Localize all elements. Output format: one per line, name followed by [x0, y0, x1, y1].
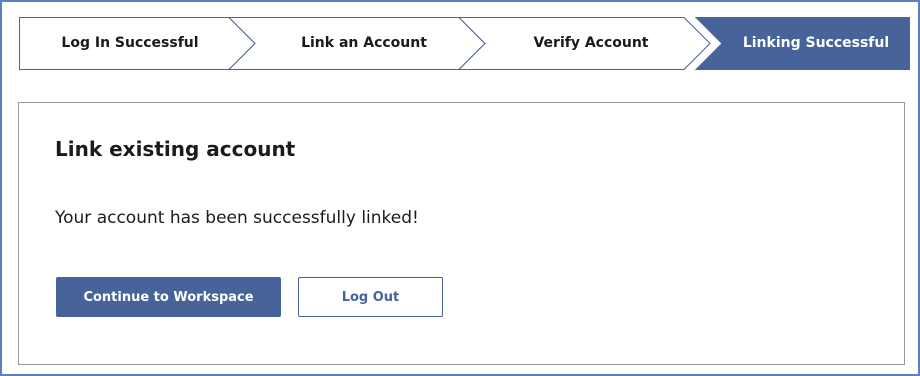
window-frame: Log In Successful Link an Account Verify…	[0, 0, 920, 376]
step-linking-successful: Linking Successful	[742, 35, 890, 51]
log-out-button[interactable]: Log Out	[298, 277, 443, 317]
continue-to-workspace-button[interactable]: Continue to Workspace	[56, 277, 281, 317]
card-title: Link existing account	[55, 137, 296, 161]
step-log-in-successful: Log In Successful	[61, 35, 199, 51]
step-link-an-account: Link an Account	[301, 35, 427, 51]
progress-stepper: Log In Successful Link an Account Verify…	[19, 17, 910, 70]
success-message: Your account has been successfully linke…	[55, 208, 419, 228]
step-verify-account: Verify Account	[533, 35, 649, 51]
link-account-card: Link existing account Your account has b…	[18, 102, 905, 365]
